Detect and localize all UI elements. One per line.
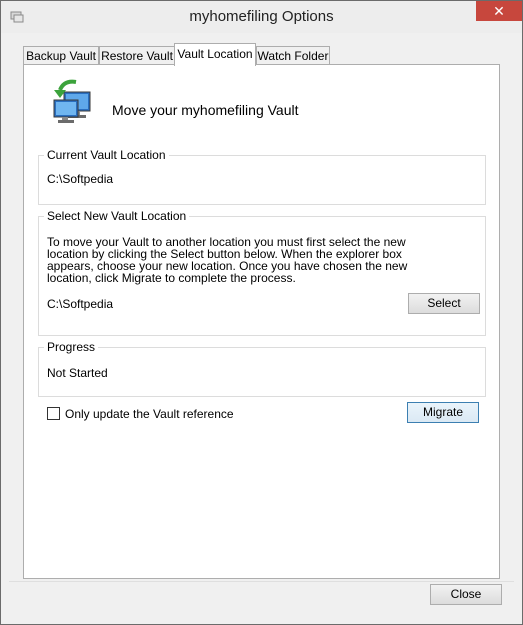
tab-watch-folder[interactable]: Watch Folder [256, 46, 330, 65]
progress-group: Progress Not Started [38, 340, 486, 397]
footer-divider [9, 581, 514, 582]
network-computer-icon [50, 78, 100, 124]
tab-vault-location[interactable]: Vault Location [174, 43, 256, 66]
only-update-checkbox[interactable] [47, 407, 60, 420]
new-location-value: C:\Softpedia [47, 297, 114, 311]
current-location-group: Current Vault Location C:\Softpedia [38, 148, 486, 205]
current-location-label: Current Vault Location [44, 148, 169, 162]
progress-label: Progress [44, 340, 99, 354]
tab-restore-vault[interactable]: Restore Vault [99, 46, 175, 65]
current-location-value: C:\Softpedia [47, 172, 114, 186]
tab-backup-vault[interactable]: Backup Vault [23, 46, 99, 65]
only-update-label[interactable]: Only update the Vault reference [65, 407, 234, 421]
migrate-button[interactable]: Migrate [407, 402, 479, 423]
progress-status: Not Started [47, 366, 108, 380]
close-button[interactable]: Close [430, 584, 502, 605]
client-area: Backup Vault Restore Vault Vault Locatio… [9, 33, 514, 581]
title-bar[interactable]: myhomefiling Options ✕ [1, 1, 522, 33]
new-location-description: To move your Vault to another location y… [47, 235, 408, 285]
new-location-group: Select New Vault Location To move your V… [38, 209, 486, 336]
new-location-label: Select New Vault Location [44, 209, 190, 223]
options-window: myhomefiling Options ✕ Backup Vault Rest… [0, 0, 523, 625]
header-title: Move your myhomefiling Vault [112, 102, 299, 118]
window-title: myhomefiling Options [189, 8, 334, 25]
window-close-button[interactable]: ✕ [476, 1, 522, 21]
select-button[interactable]: Select [408, 293, 480, 314]
vault-location-panel: Move your myhomefiling Vault Current Vau… [23, 64, 500, 579]
